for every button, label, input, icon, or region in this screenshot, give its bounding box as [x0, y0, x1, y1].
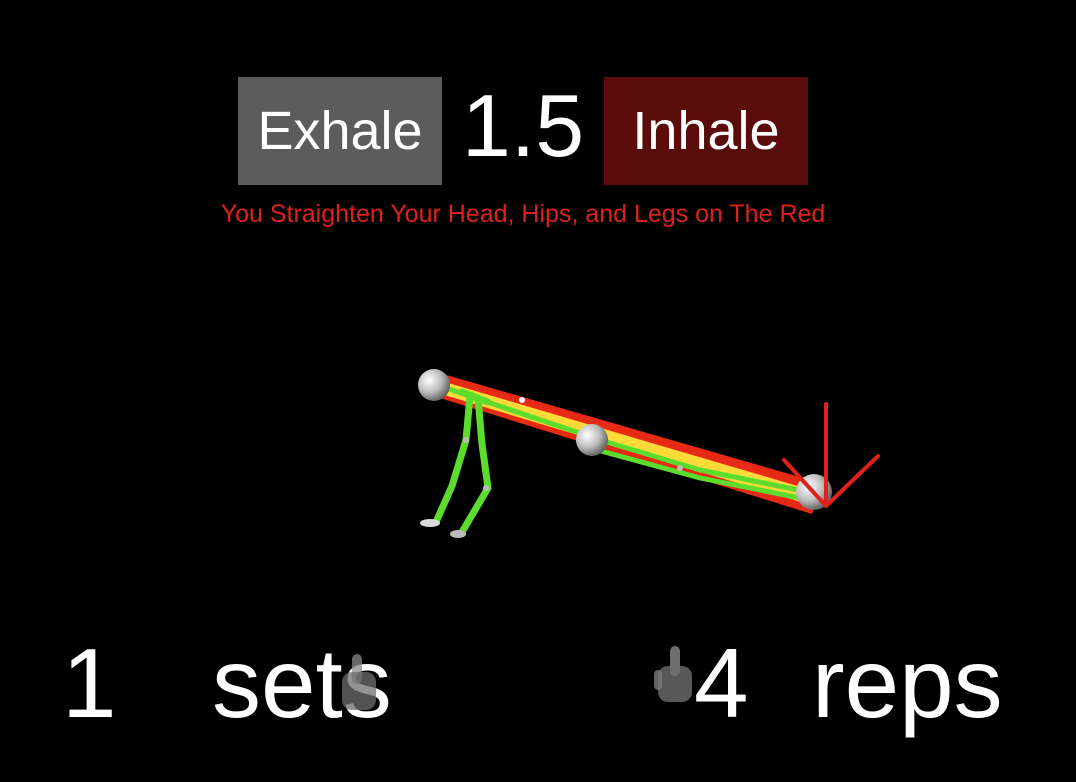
left-hand: [420, 519, 440, 527]
joint-dot: [463, 437, 469, 443]
reps-label: reps: [812, 628, 1003, 738]
joint-dot: [519, 397, 525, 403]
hand-pointer-icon[interactable]: [336, 650, 382, 714]
hand-pointer-icon[interactable]: [652, 642, 698, 706]
hip-joint: [576, 424, 608, 456]
sets-count: 1: [62, 628, 117, 738]
reps-count: 4: [694, 628, 749, 738]
head-joint: [418, 369, 450, 401]
skeleton-left-arm: [432, 392, 474, 526]
body-line: [438, 380, 818, 506]
joint-dot: [677, 465, 683, 471]
exercise-screen: Exhale 1.5 Inhale You Straighten Your He…: [0, 0, 1076, 782]
joint-dot: [483, 485, 489, 491]
right-hand: [450, 530, 466, 538]
